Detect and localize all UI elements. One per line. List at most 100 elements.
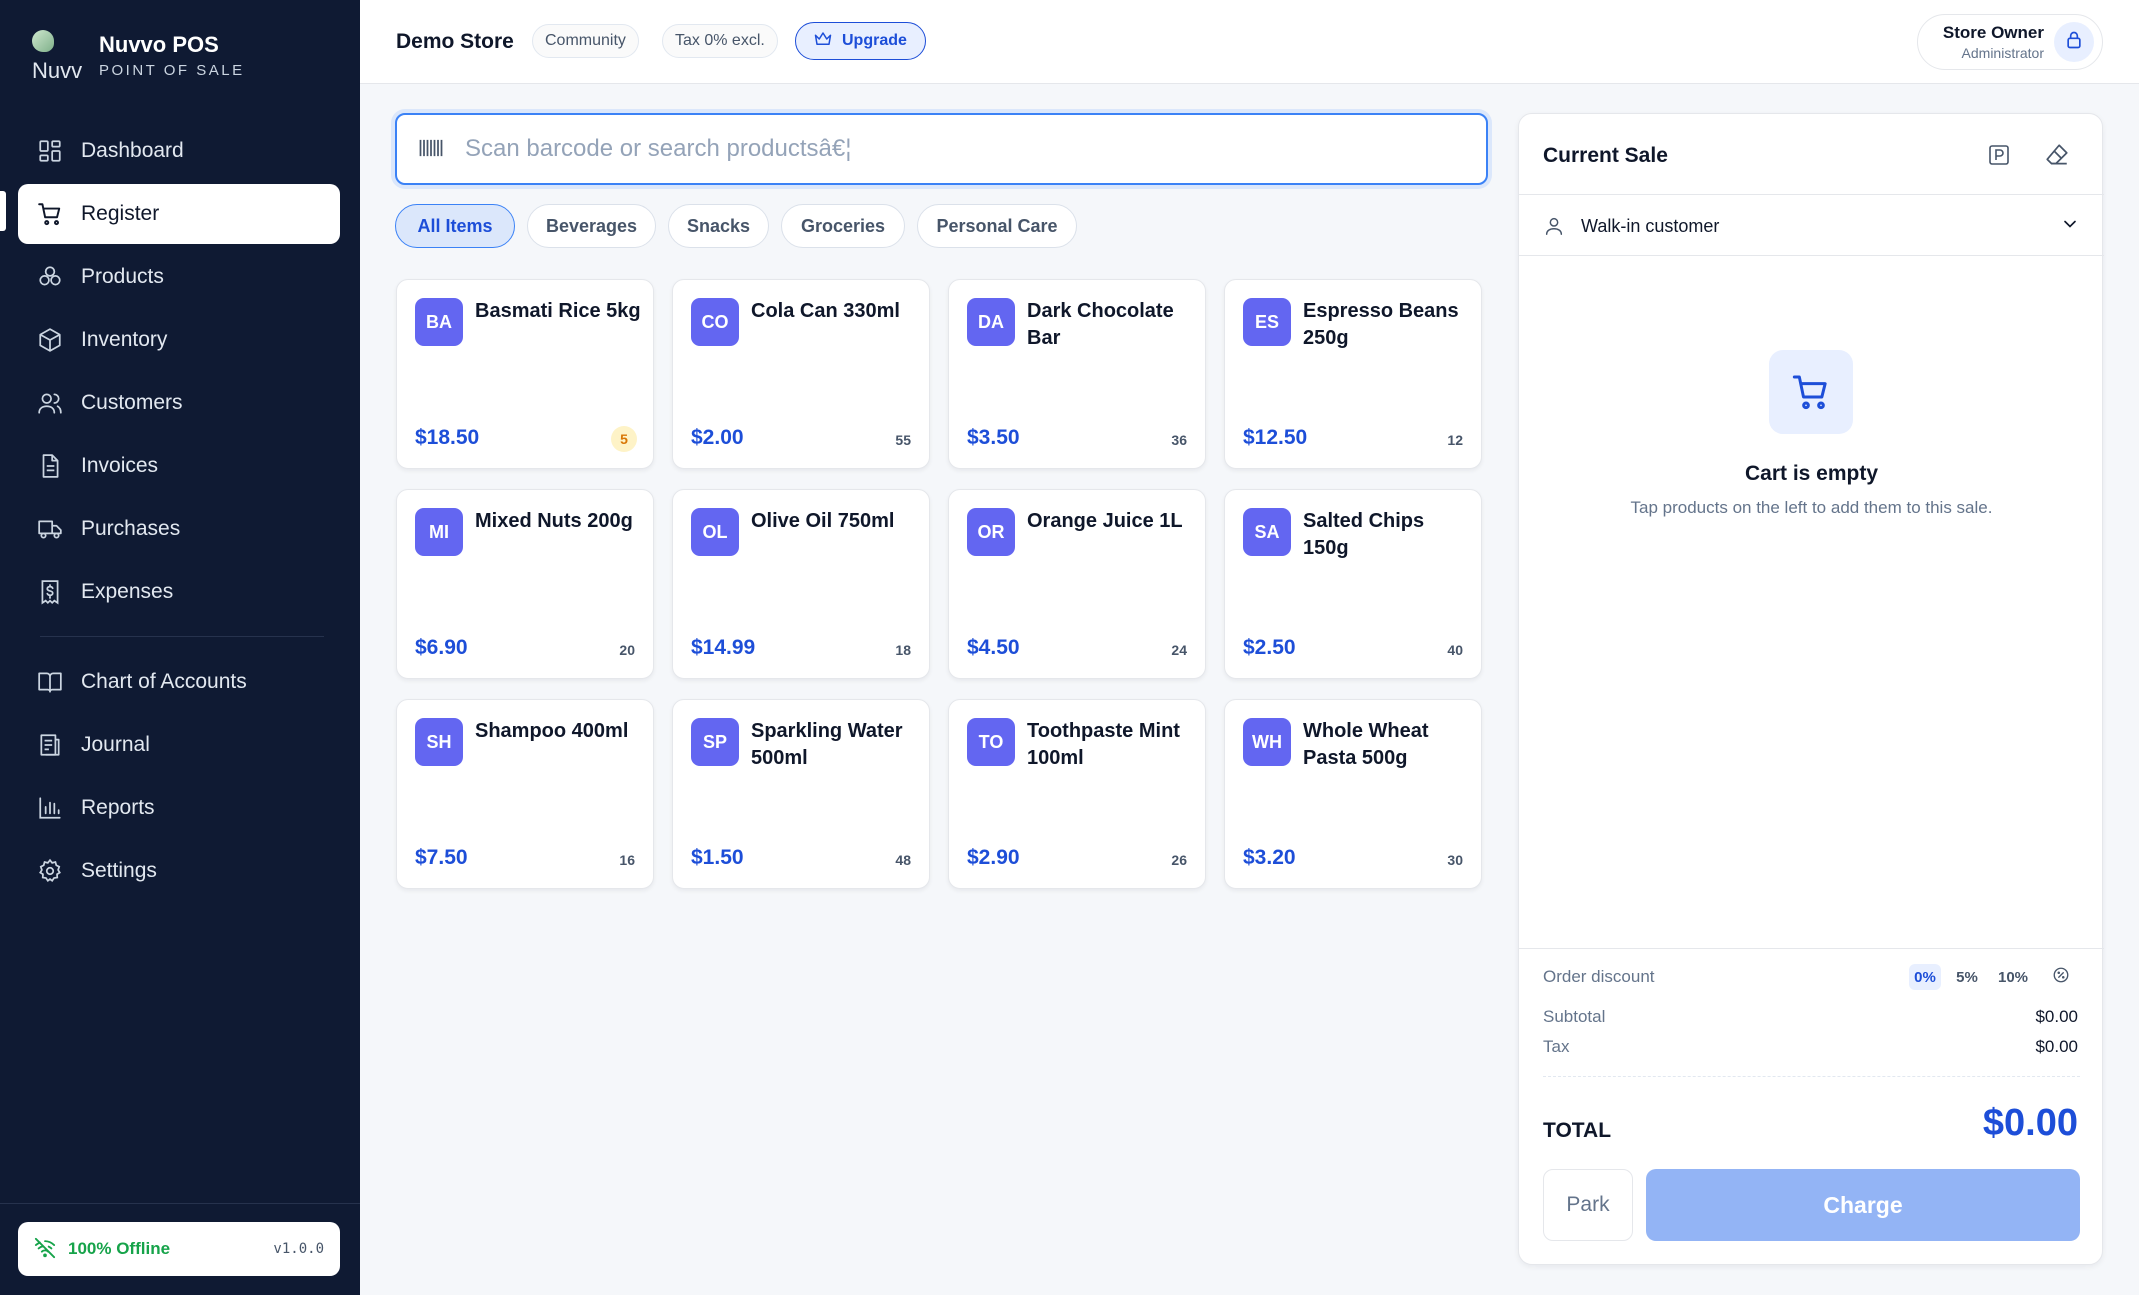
parking-icon [1987, 143, 2011, 172]
park-icon-button[interactable] [1984, 142, 2014, 172]
topbar: Demo Store Community Tax 0% excl. Upgrad… [360, 0, 2139, 84]
charge-button[interactable]: Charge [1646, 1169, 2080, 1241]
nav-item-expenses[interactable]: Expenses [18, 562, 340, 622]
nav-item-register[interactable]: Register [18, 184, 340, 244]
box-icon [36, 326, 64, 354]
discount-label: Order discount [1543, 967, 1655, 986]
product-initials: SA [1243, 508, 1291, 556]
custom-discount-button[interactable] [2047, 964, 2075, 990]
product-name: Orange Juice 1L [1027, 510, 1183, 532]
plan-badge: Community [532, 24, 639, 58]
users-icon [36, 389, 64, 417]
sidebar: Nuvv Nuvvo POS POINT OF SALE Dashboard R… [0, 0, 360, 1295]
discount-0-button[interactable]: 0% [1909, 964, 1941, 990]
search-input[interactable] [465, 135, 1486, 163]
summary-divider [1519, 948, 2104, 949]
product-card[interactable]: SA Salted Chips 150g $2.50 40 [1224, 489, 1482, 679]
wifi-off-icon [34, 1237, 58, 1261]
park-button[interactable]: Park [1543, 1169, 1633, 1241]
product-card[interactable]: ES Espresso Beans 250g $12.50 12 [1224, 279, 1482, 469]
total-label: TOTAL [1543, 1119, 1612, 1142]
nav-label: Customers [81, 391, 183, 414]
category-beverages[interactable]: Beverages [527, 204, 656, 248]
nav-label: Invoices [81, 454, 159, 477]
cart-panel: Current Sale Walk-in customer Cart is em… [1518, 113, 2104, 1265]
product-card[interactable]: SP Sparkling Water 500ml $1.50 48 [672, 699, 930, 889]
nav-label: Journal [81, 733, 150, 756]
product-price: $2.00 [691, 426, 744, 449]
footer-divider [0, 1203, 360, 1204]
stock-count: 24 [1171, 642, 1187, 658]
nav-item-reports[interactable]: Reports [18, 778, 340, 838]
product-card[interactable]: BA Basmati Rice 5kg $18.50 5 [396, 279, 654, 469]
nav-item-chart-of-accounts[interactable]: Chart of Accounts [18, 652, 340, 712]
barcode-icon [417, 134, 447, 164]
journal-icon [36, 731, 64, 759]
product-card[interactable]: DA Dark Chocolate Bar $3.50 36 [948, 279, 1206, 469]
customer-select[interactable]: Walk-in customer [1543, 209, 2080, 243]
category-groceries[interactable]: Groceries [781, 204, 905, 248]
discount-5-button[interactable]: 5% [1949, 964, 1985, 990]
product-card[interactable]: CO Cola Can 330ml $2.00 55 [672, 279, 930, 469]
product-name: Toothpaste Mint 100ml [1027, 720, 1180, 769]
upgrade-label: Upgrade [842, 32, 907, 49]
cart-icon [36, 200, 64, 228]
nav-label: Inventory [81, 328, 168, 351]
user-name: Store Owner [1942, 23, 2044, 42]
tax-label: Tax [1543, 1037, 1570, 1056]
category-all-items[interactable]: All Items [395, 204, 515, 248]
active-nav-indicator [0, 191, 6, 231]
gear-icon [36, 857, 64, 885]
brand-subtitle: POINT OF SALE [99, 62, 245, 79]
nav-item-invoices[interactable]: Invoices [18, 436, 340, 496]
category-personal-care[interactable]: Personal Care [917, 204, 1077, 248]
product-initials: TO [967, 718, 1015, 766]
product-initials: ES [1243, 298, 1291, 346]
product-card[interactable]: OR Orange Juice 1L $4.50 24 [948, 489, 1206, 679]
nav-label: Purchases [81, 517, 181, 540]
product-card[interactable]: TO Toothpaste Mint 100ml $2.90 26 [948, 699, 1206, 889]
nav-item-dashboard[interactable]: Dashboard [18, 121, 340, 181]
nav-item-purchases[interactable]: Purchases [18, 499, 340, 559]
app-version: v1.0.0 [273, 1241, 324, 1257]
total-divider [1543, 1076, 2080, 1077]
stock-count: 5 [611, 426, 637, 452]
lock-icon [2064, 30, 2084, 55]
stock-count: 40 [1447, 642, 1463, 658]
product-card[interactable]: WH Whole Wheat Pasta 500g $3.20 30 [1224, 699, 1482, 889]
product-search[interactable] [395, 113, 1488, 185]
customer-name: Walk-in customer [1581, 215, 1720, 236]
stock-count: 20 [619, 642, 635, 658]
clear-cart-button[interactable] [2042, 142, 2072, 172]
nav-item-journal[interactable]: Journal [18, 715, 340, 775]
product-card[interactable]: OL Olive Oil 750ml $14.99 18 [672, 489, 930, 679]
discount-10-button[interactable]: 10% [1991, 964, 2035, 990]
product-initials: SP [691, 718, 739, 766]
receipt-dollar-icon [36, 578, 64, 606]
nav-item-products[interactable]: Products [18, 247, 340, 307]
nav-label: Dashboard [81, 139, 184, 162]
user-info: Store Owner Administrator [1934, 23, 2054, 61]
customer-divider [1519, 255, 2104, 256]
file-icon [36, 452, 64, 480]
lock-button[interactable] [2054, 22, 2094, 62]
product-name: Salted Chips 150g [1303, 510, 1425, 559]
nav-item-customers[interactable]: Customers [18, 373, 340, 433]
nav-label: Chart of Accounts [81, 670, 247, 693]
brand: Nuvv Nuvvo POS POINT OF SALE [30, 28, 242, 84]
nav-item-settings[interactable]: Settings [18, 841, 340, 901]
category-snacks[interactable]: Snacks [668, 204, 769, 248]
product-card[interactable]: SH Shampoo 400ml $7.50 16 [396, 699, 654, 889]
nav-item-inventory[interactable]: Inventory [18, 310, 340, 370]
upgrade-button[interactable]: Upgrade [795, 22, 926, 60]
product-card[interactable]: MI Mixed Nuts 200g $6.90 20 [396, 489, 654, 679]
bar-chart-icon [36, 794, 64, 822]
store-name: Demo Store [396, 30, 514, 53]
nav-label: Products [81, 265, 164, 288]
product-price: $18.50 [415, 426, 480, 449]
logo-alt-text: Nuvv [32, 58, 83, 83]
user-menu[interactable]: Store Owner Administrator [1917, 14, 2103, 70]
product-initials: SH [415, 718, 463, 766]
nav-label: Register [81, 202, 160, 225]
product-name: Sparkling Water 500ml [751, 720, 903, 769]
